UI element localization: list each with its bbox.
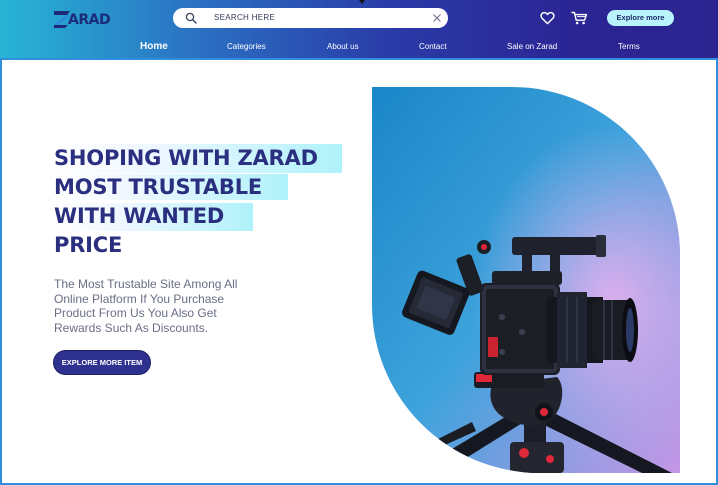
hero-title-line: SHOPING WITH ZARAD xyxy=(54,146,318,170)
frame-border-left xyxy=(0,58,2,485)
hero-description-line: Online Platform If You Purchase xyxy=(54,291,225,306)
hero-title-line: MOST TRUSTABLE xyxy=(54,175,263,199)
logo-text: ARAD xyxy=(68,12,111,28)
hero-description-line: Rewards Such As Discounts. xyxy=(54,320,209,335)
search-bar[interactable]: SEARCH HERE xyxy=(173,8,448,28)
search-icon[interactable] xyxy=(185,12,197,24)
hero-title-line: WITH WANTED xyxy=(54,204,225,228)
hero-description-line: The Most Trustable Site Among All xyxy=(54,277,238,291)
hero-description-line: Product From Us You Also Get xyxy=(54,306,217,320)
nav-item-terms[interactable]: Terms xyxy=(618,42,640,51)
nav-item-contact[interactable]: Contact xyxy=(419,42,447,51)
header-divider xyxy=(0,58,718,60)
nav-item-about-us[interactable]: About us xyxy=(327,42,359,51)
mouse-cursor-icon xyxy=(359,0,365,4)
explore-more-button[interactable]: Explore more xyxy=(607,10,674,26)
hero-camera-image xyxy=(372,87,680,473)
close-icon[interactable] xyxy=(432,13,442,23)
nav-item-home[interactable]: Home xyxy=(140,41,168,52)
nav-item-categories[interactable]: Categories xyxy=(227,42,266,51)
nav-item-sale-on-zarad[interactable]: Sale on Zarad xyxy=(507,42,557,51)
logo[interactable]: ARAD xyxy=(54,8,111,30)
hero-description: The Most Trustable Site Among All Online… xyxy=(54,277,264,335)
top-header: ARAD SEARCH HERE Explore more Home Categ… xyxy=(0,0,718,58)
hero-title-line: PRICE xyxy=(54,233,123,257)
cart-icon[interactable] xyxy=(571,11,588,25)
search-input[interactable]: SEARCH HERE xyxy=(214,13,275,22)
heart-icon[interactable] xyxy=(540,11,555,25)
explore-more-item-button[interactable]: EXPLORE MORE ITEM xyxy=(53,350,151,375)
